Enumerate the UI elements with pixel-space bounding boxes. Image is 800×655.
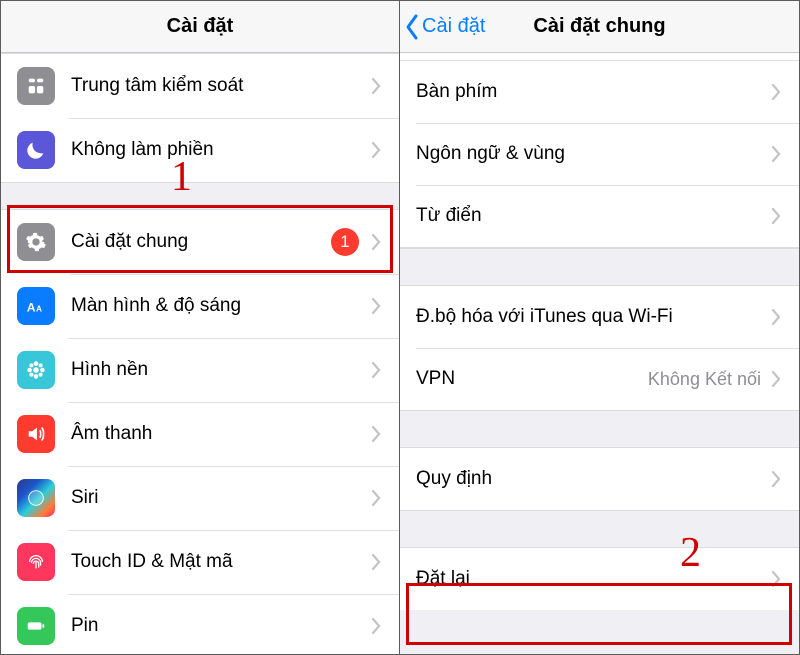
chevron-right-icon bbox=[369, 142, 383, 158]
chevron-right-icon bbox=[369, 298, 383, 314]
speaker-icon bbox=[17, 415, 55, 453]
row-wallpaper[interactable]: Hình nền bbox=[1, 338, 399, 402]
row-label: Từ điển bbox=[416, 205, 769, 227]
row-label: Không làm phiền bbox=[71, 139, 369, 161]
row-siri[interactable]: Siri bbox=[1, 466, 399, 530]
chevron-right-icon bbox=[769, 146, 783, 162]
chevron-right-icon bbox=[369, 426, 383, 442]
battery-icon bbox=[17, 607, 55, 645]
row-language-region[interactable]: Ngôn ngữ & vùng bbox=[400, 123, 799, 185]
row-battery[interactable]: Pin bbox=[1, 594, 399, 654]
chevron-right-icon bbox=[769, 309, 783, 325]
chevron-right-icon bbox=[769, 208, 783, 224]
control-center-icon bbox=[17, 67, 55, 105]
row-general[interactable]: Cài đặt chung 1 bbox=[1, 210, 399, 274]
row-itunes-wifi-sync[interactable]: Đ.bộ hóa với iTunes qua Wi-Fi bbox=[400, 286, 799, 348]
navbar-general: Cài đặt Cài đặt chung bbox=[400, 1, 799, 53]
row-do-not-disturb[interactable]: Không làm phiền bbox=[1, 118, 399, 182]
row-label: Pin bbox=[71, 615, 369, 637]
row-label: Âm thanh bbox=[71, 423, 369, 445]
siri-icon bbox=[17, 479, 55, 517]
general-list: Bàn phím Ngôn ngữ & vùng Từ điển Đ.bộ hó… bbox=[400, 53, 799, 610]
row-label: Quy định bbox=[416, 468, 769, 490]
chevron-right-icon bbox=[769, 371, 783, 387]
row-label: Bàn phím bbox=[416, 81, 769, 103]
back-button[interactable]: Cài đặt bbox=[404, 1, 485, 52]
row-label: Đặt lại bbox=[416, 568, 769, 590]
navbar-settings: Cài đặt bbox=[1, 1, 399, 53]
chevron-right-icon bbox=[369, 618, 383, 634]
chevron-right-icon bbox=[369, 554, 383, 570]
settings-list: Trung tâm kiểm soát Không làm phiền bbox=[1, 53, 399, 654]
flower-icon bbox=[17, 351, 55, 389]
row-label: Cài đặt chung bbox=[71, 231, 331, 253]
row-touchid[interactable]: Touch ID & Mật mã bbox=[1, 530, 399, 594]
row-label: Hình nền bbox=[71, 359, 369, 381]
row-keyboard[interactable]: Bàn phím bbox=[400, 61, 799, 123]
chevron-right-icon bbox=[769, 471, 783, 487]
gear-icon bbox=[17, 223, 55, 261]
row-reset[interactable]: Đặt lại bbox=[400, 548, 799, 610]
chevron-right-icon bbox=[369, 234, 383, 250]
page-title: Cài đặt bbox=[167, 15, 234, 38]
row-label: Đ.bộ hóa với iTunes qua Wi-Fi bbox=[416, 306, 769, 328]
page-title: Cài đặt chung bbox=[533, 15, 665, 38]
chevron-right-icon bbox=[769, 84, 783, 100]
chevron-right-icon bbox=[769, 571, 783, 587]
row-vpn[interactable]: VPN Không Kết nối bbox=[400, 348, 799, 410]
row-dictionary[interactable]: Từ điển bbox=[400, 185, 799, 247]
notification-badge: 1 bbox=[331, 228, 359, 256]
row-sounds[interactable]: Âm thanh bbox=[1, 402, 399, 466]
row-label: VPN bbox=[416, 368, 648, 390]
row-label: Màn hình & độ sáng bbox=[71, 295, 369, 317]
svg-text:A: A bbox=[36, 305, 42, 314]
row-label: Touch ID & Mật mã bbox=[71, 551, 369, 573]
row-label: Trung tâm kiểm soát bbox=[71, 75, 369, 97]
row-regulatory[interactable]: Quy định bbox=[400, 448, 799, 510]
settings-screen: Cài đặt Trung tâm kiểm soát Không làm ph… bbox=[1, 1, 400, 654]
chevron-right-icon bbox=[369, 490, 383, 506]
moon-icon bbox=[17, 131, 55, 169]
row-value: Không Kết nối bbox=[648, 369, 761, 390]
row-label: Ngôn ngữ & vùng bbox=[416, 143, 769, 165]
chevron-right-icon bbox=[369, 78, 383, 94]
row-display-brightness[interactable]: AA Màn hình & độ sáng bbox=[1, 274, 399, 338]
fingerprint-icon bbox=[17, 543, 55, 581]
chevron-right-icon bbox=[369, 362, 383, 378]
back-label: Cài đặt bbox=[422, 15, 485, 38]
row-label: Siri bbox=[71, 487, 369, 509]
svg-text:A: A bbox=[27, 301, 36, 315]
row-control-center[interactable]: Trung tâm kiểm soát bbox=[1, 54, 399, 118]
text-size-icon: AA bbox=[17, 287, 55, 325]
general-settings-screen: Cài đặt Cài đặt chung Bàn phím Ngôn ngữ … bbox=[400, 1, 799, 654]
